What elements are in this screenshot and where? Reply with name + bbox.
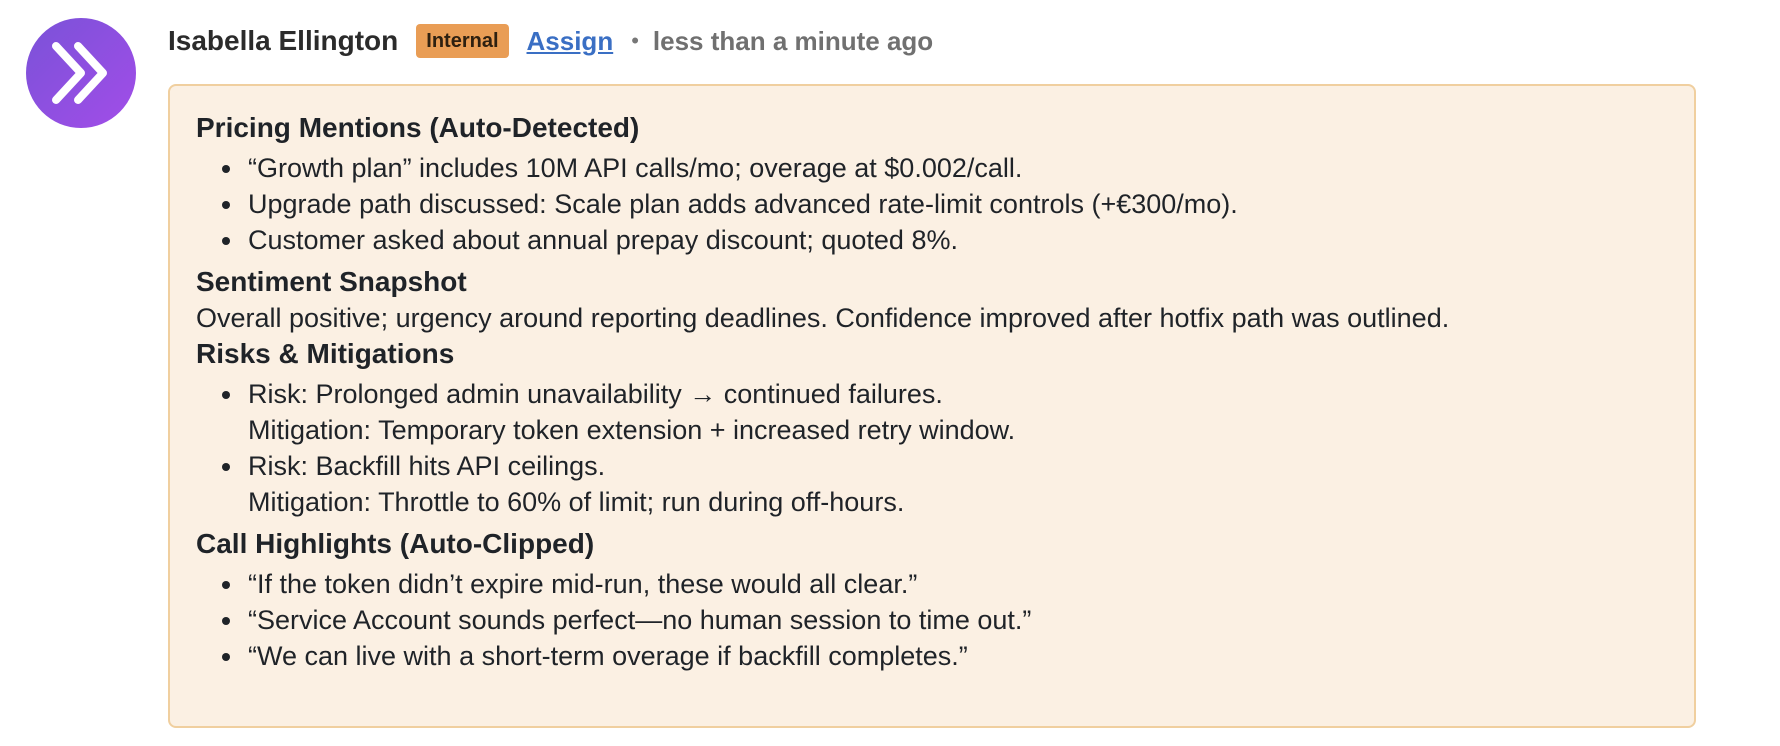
- list-item: Risk: Backfill hits API ceilings. Mitiga…: [222, 448, 1668, 520]
- risks-list: Risk: Prolonged admin unavailability → c…: [196, 376, 1668, 520]
- avatar[interactable]: [26, 18, 136, 128]
- author-name: Isabella Ellington: [168, 25, 399, 56]
- list-item: “Service Account sounds perfect—no human…: [222, 602, 1668, 638]
- pricing-section-title: Pricing Mentions (Auto-Detected): [196, 112, 640, 143]
- timeline-entry: Isabella Ellington Internal Assign • les…: [0, 0, 1780, 746]
- list-item: Customer asked about annual prepay disco…: [222, 222, 1668, 258]
- double-chevron-right-icon: [52, 42, 107, 104]
- mitigation-text: Mitigation: Throttle to 60% of limit; ru…: [248, 487, 905, 517]
- pricing-list: “Growth plan” includes 10M API calls/mo;…: [196, 150, 1668, 258]
- sentiment-section-title: Sentiment Snapshot: [196, 266, 467, 297]
- list-item: “We can live with a short-term overage i…: [222, 638, 1668, 674]
- note-card: Pricing Mentions (Auto-Detected) “Growth…: [168, 84, 1696, 728]
- list-item: Risk: Prolonged admin unavailability → c…: [222, 376, 1668, 448]
- list-item: “If the token didn’t expire mid-run, the…: [222, 566, 1668, 602]
- highlights-section-title: Call Highlights (Auto-Clipped): [196, 528, 595, 559]
- entry-header: Isabella Ellington Internal Assign • les…: [168, 18, 933, 64]
- list-item: Upgrade path discussed: Scale plan adds …: [222, 186, 1668, 222]
- assign-link[interactable]: Assign: [527, 26, 614, 57]
- risk-text: Risk: Backfill hits API ceilings.: [248, 451, 606, 481]
- risks-section-title: Risks & Mitigations: [196, 338, 455, 369]
- internal-badge: Internal: [416, 24, 509, 58]
- mitigation-text: Mitigation: Temporary token extension + …: [248, 415, 1016, 445]
- list-item: “Growth plan” includes 10M API calls/mo;…: [222, 150, 1668, 186]
- sentiment-body: Overall positive; urgency around reporti…: [196, 303, 1450, 333]
- risk-text: Risk: Prolonged admin unavailability → c…: [248, 379, 943, 409]
- timestamp: less than a minute ago: [652, 25, 934, 56]
- highlights-list: “If the token didn’t expire mid-run, the…: [196, 566, 1668, 674]
- separator-dot: •: [631, 28, 639, 53]
